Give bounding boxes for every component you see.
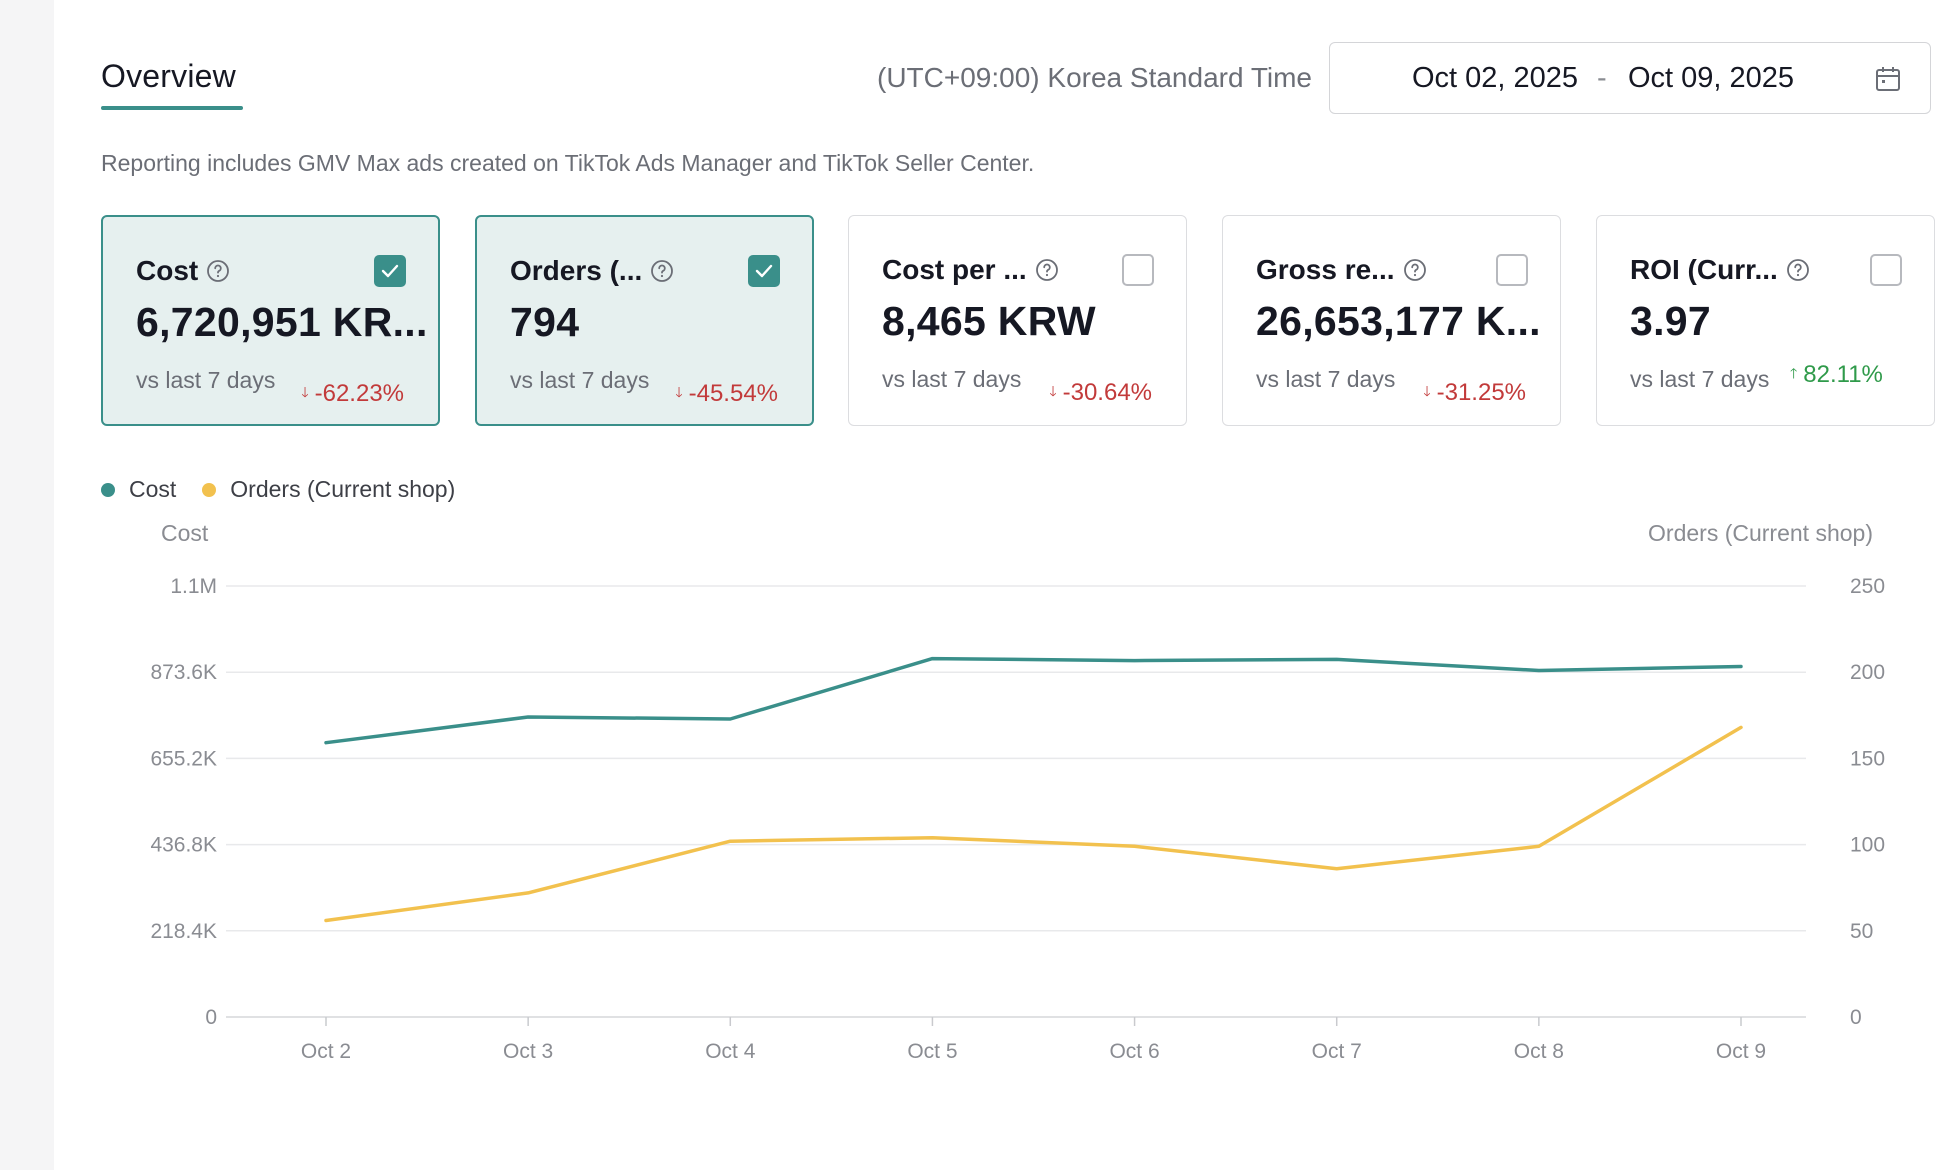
left-tick-label: 873.6K	[150, 661, 217, 684]
x-tick-label: Oct 9	[1716, 1040, 1766, 1063]
x-tick-label: Oct 2	[301, 1040, 351, 1063]
left-tick-label: 1.1M	[170, 575, 217, 598]
right-tick-label: 200	[1850, 661, 1885, 684]
series-line-orders	[324, 725, 1743, 923]
left-tick-label: 0	[205, 1006, 217, 1029]
right-tick-label: 250	[1850, 575, 1885, 598]
x-tick-label: Oct 5	[907, 1040, 957, 1063]
right-tick-label: 0	[1850, 1006, 1862, 1029]
left-tick-label: 218.4K	[150, 920, 217, 943]
left-tick-label: 436.8K	[150, 834, 217, 857]
right-tick-label: 150	[1850, 747, 1885, 770]
x-tick-label: Oct 3	[503, 1040, 553, 1063]
x-tick-label: Oct 6	[1109, 1040, 1159, 1063]
right-tick-label: 100	[1850, 834, 1885, 857]
x-tick-label: Oct 8	[1514, 1040, 1564, 1063]
left-tick-label: 655.2K	[150, 747, 217, 770]
series-line-cost	[324, 656, 1743, 745]
x-tick-label: Oct 7	[1312, 1040, 1362, 1063]
x-tick-label: Oct 4	[705, 1040, 756, 1063]
right-tick-label: 50	[1850, 920, 1873, 943]
line-chart: 0 0 218.4K 50 436.8K 100 655.2K 150 873.6K 200 1.1…	[150, 575, 1885, 1063]
